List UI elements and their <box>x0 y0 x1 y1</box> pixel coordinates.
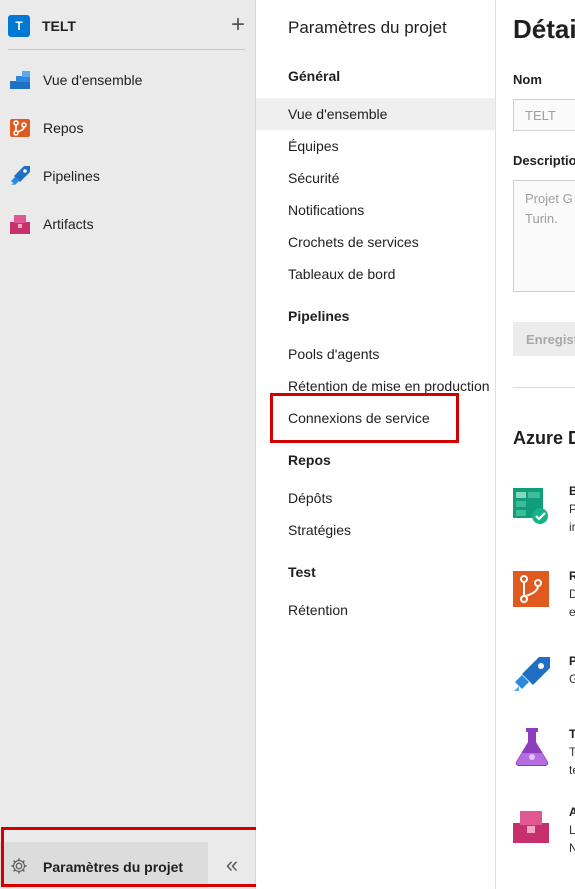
service-title: A <box>569 805 575 819</box>
settings-item-label: Crochets de services <box>288 234 419 250</box>
pipelines-icon <box>11 166 30 185</box>
service-desc-line2: ir <box>569 520 575 534</box>
settings-group-test: Test <box>288 564 316 580</box>
service-desc-line1: G <box>569 672 575 686</box>
name-label: Nom <box>513 72 542 87</box>
settings-item-repositories[interactable]: Dépôts <box>256 482 495 514</box>
nav-item-label: Vue d'ensemble <box>43 72 143 88</box>
settings-item-service-hooks[interactable]: Crochets de services <box>256 226 495 258</box>
nav-item-repos[interactable]: Repos <box>0 108 255 148</box>
settings-group-repos: Repos <box>288 452 331 468</box>
settings-navigation: Paramètres du projet Général Vue d'ensem… <box>256 0 495 889</box>
project-header[interactable]: T TELT + <box>8 12 245 50</box>
settings-item-overview[interactable]: Vue d'ensemble <box>256 98 495 130</box>
service-boards[interactable]: B P ir <box>512 484 575 544</box>
repos-icon <box>513 571 549 607</box>
description-textarea[interactable]: Projet G Turin. <box>513 180 575 292</box>
project-avatar: T <box>8 15 30 37</box>
settings-item-label: Tableaux de bord <box>288 266 396 282</box>
settings-item-notifications[interactable]: Notifications <box>256 194 495 226</box>
left-navigation: T TELT + Vue d'ensemble Repos Pipelines <box>0 0 256 889</box>
divider <box>513 387 575 388</box>
service-title: R <box>569 569 575 583</box>
overview-icon <box>10 71 30 89</box>
artifacts-icon <box>513 811 549 843</box>
nav-item-label: Artifacts <box>43 216 94 232</box>
settings-item-dashboards[interactable]: Tableaux de bord <box>256 258 495 290</box>
highlight-box-service-connections <box>270 393 459 443</box>
nav-item-label: Repos <box>43 120 84 136</box>
save-button-label: Enregistrer <box>526 332 575 347</box>
settings-item-label: Pools d'agents <box>288 346 380 362</box>
settings-item-label: Rétention de mise en production <box>288 378 490 394</box>
artifacts-icon <box>10 215 30 234</box>
settings-item-label: Rétention <box>288 602 348 618</box>
service-title: P <box>569 654 575 668</box>
settings-item-label: Sécurité <box>288 170 340 186</box>
settings-item-label: Équipes <box>288 138 339 154</box>
nav-item-artifacts[interactable]: Artifacts <box>0 204 255 244</box>
service-desc-line2: e <box>569 605 575 619</box>
nav-item-pipelines[interactable]: Pipelines <box>0 156 255 196</box>
nav-item-label: Pipelines <box>43 168 100 184</box>
description-label: Description <box>513 153 575 168</box>
services-section-title: Azure DevOps Services <box>513 428 575 448</box>
settings-item-policies[interactable]: Stratégies <box>256 514 495 546</box>
settings-item-test-retention[interactable]: Rétention <box>256 594 495 626</box>
pipelines-icon <box>514 657 550 691</box>
repos-icon <box>10 119 30 137</box>
service-desc-line2: te <box>569 763 575 777</box>
service-desc-line1: T <box>569 745 575 759</box>
service-desc-line1: L <box>569 823 575 837</box>
settings-item-label: Stratégies <box>288 522 352 538</box>
service-title: T <box>569 727 575 741</box>
settings-item-label: Dépôts <box>288 490 333 506</box>
project-name-input[interactable]: TELT <box>513 99 575 131</box>
service-desc-line1: P <box>569 502 575 516</box>
description-placeholder: Projet G Turin. <box>525 191 573 226</box>
service-pipelines[interactable]: P G <box>512 654 575 714</box>
settings-item-label: Notifications <box>288 202 365 218</box>
highlight-box-settings <box>1 827 265 887</box>
service-repos[interactable]: R D e <box>512 569 575 629</box>
project-name[interactable]: TELT <box>42 18 76 34</box>
service-desc-line1: D <box>569 587 575 601</box>
nav-item-overview[interactable]: Vue d'ensemble <box>0 60 255 100</box>
save-button[interactable]: Enregistrer <box>513 322 575 356</box>
project-name-value: TELT <box>525 108 556 123</box>
settings-item-agent-pools[interactable]: Pools d'agents <box>256 338 495 370</box>
settings-item-security[interactable]: Sécurité <box>256 162 495 194</box>
settings-item-label: Vue d'ensemble <box>288 106 388 122</box>
add-icon[interactable]: + <box>231 12 245 38</box>
project-details-panel: Détails du projet Nom TELT Description P… <box>495 0 575 889</box>
service-title: B <box>569 484 575 498</box>
page-title: Détails du projet <box>513 14 575 44</box>
service-artifacts[interactable]: A L N <box>512 805 575 865</box>
settings-group-pipelines: Pipelines <box>288 308 350 324</box>
settings-group-general: Général <box>288 68 341 84</box>
settings-nav-title: Paramètres du projet <box>288 18 447 37</box>
boards-icon <box>513 488 548 524</box>
service-desc-line2: N <box>569 841 575 855</box>
service-test-plans[interactable]: T T te <box>512 727 575 787</box>
test-plans-icon <box>515 728 549 767</box>
settings-item-teams[interactable]: Équipes <box>256 130 495 162</box>
